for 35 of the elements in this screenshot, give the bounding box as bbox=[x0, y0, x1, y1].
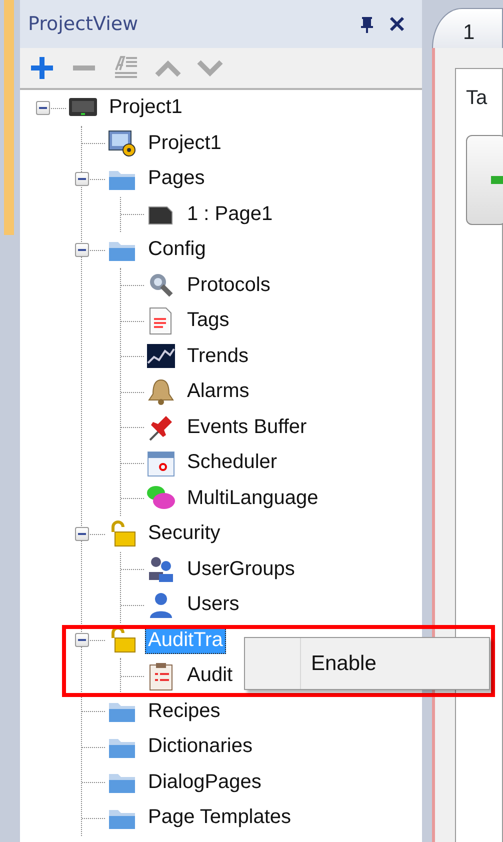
tree-item-label[interactable]: Config bbox=[145, 236, 209, 264]
document-tab[interactable]: 1 bbox=[432, 8, 503, 48]
tree-item-label[interactable]: Pages bbox=[145, 165, 208, 192]
field-label: Ta bbox=[466, 87, 488, 109]
tree-item-label[interactable]: Audit bbox=[184, 662, 236, 690]
tree-item-label[interactable]: Events Buffer bbox=[184, 414, 310, 441]
tree-item-label[interactable]: Protocols bbox=[184, 272, 274, 299]
collapse-toggle[interactable] bbox=[75, 526, 89, 541]
tree-item-label[interactable]: DialogPages bbox=[145, 768, 264, 796]
panel-title: ProjectView bbox=[28, 12, 140, 37]
user-group-icon bbox=[146, 554, 176, 584]
bar-icon bbox=[491, 176, 503, 184]
tree-item-label[interactable]: Security bbox=[145, 520, 224, 548]
menu-item[interactable]: Enable bbox=[301, 638, 376, 689]
tree-item-label[interactable]: Alarms bbox=[184, 378, 252, 406]
tree-item-label[interactable]: Users bbox=[184, 591, 242, 618]
collapse-toggle[interactable] bbox=[75, 633, 89, 648]
tree-item-label[interactable]: Project1 bbox=[145, 130, 224, 157]
tree-item-label[interactable]: Page Templates bbox=[145, 804, 294, 832]
tree-item-label[interactable]: Recipes bbox=[145, 698, 224, 725]
tree-item-label[interactable]: Tags bbox=[184, 307, 232, 334]
tree-item-label[interactable]: Dictionaries bbox=[145, 733, 256, 760]
tree-item-label[interactable]: 1 : Page1 bbox=[184, 200, 276, 228]
screen-gear-icon bbox=[107, 128, 137, 158]
tree-item-label[interactable]: UserGroups bbox=[184, 556, 298, 583]
collapse-toggle[interactable] bbox=[75, 172, 89, 186]
collapse-toggle[interactable] bbox=[75, 242, 89, 257]
tree-item-label[interactable]: MultiLanguage bbox=[184, 484, 322, 512]
tree-item-label[interactable]: Project1 bbox=[106, 94, 186, 122]
tree-item-label[interactable]: Trends bbox=[184, 342, 252, 370]
bell-icon bbox=[146, 376, 176, 407]
add-icon[interactable] bbox=[28, 54, 56, 82]
collapse-toggle[interactable] bbox=[36, 100, 50, 115]
toolbar-button[interactable] bbox=[466, 135, 503, 225]
tree-item-label[interactable]: Scheduler bbox=[184, 449, 280, 476]
